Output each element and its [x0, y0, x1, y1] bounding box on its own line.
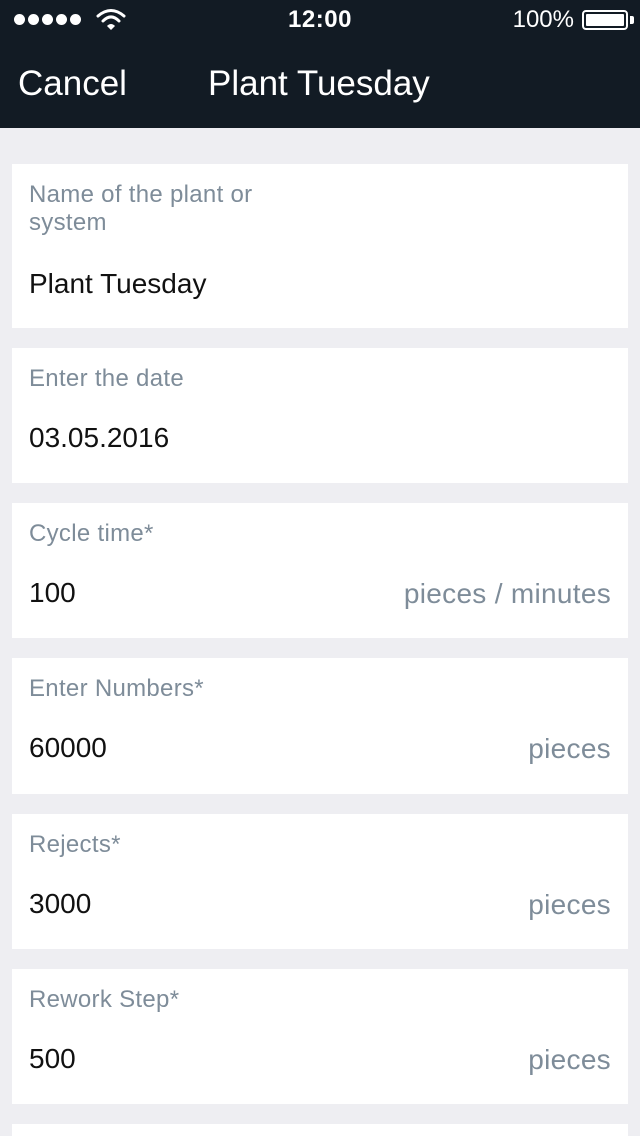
rejects-card[interactable]: Rejects* pieces	[12, 814, 628, 949]
cycle-time-input[interactable]	[29, 575, 389, 611]
navigation-bar: 12:00 100% Cancel Plant Tuesday	[0, 0, 640, 128]
date-input[interactable]	[29, 420, 389, 456]
battery-percentage: 100%	[512, 6, 574, 33]
cycle-time-unit: pieces / minutes	[403, 578, 611, 609]
numbers-input[interactable]	[29, 730, 389, 766]
status-bar: 12:00 100%	[0, 0, 640, 40]
rework-step-unit: pieces	[528, 1044, 611, 1075]
cycle-time-card[interactable]: Cycle time* pieces / minutes	[12, 503, 628, 638]
rejects-label: Rejects*	[29, 831, 121, 858]
date-card[interactable]: Enter the date	[12, 348, 628, 483]
battery-icon	[582, 10, 628, 30]
next-field-card[interactable]	[12, 1124, 628, 1136]
numbers-card[interactable]: Enter Numbers* pieces	[12, 658, 628, 794]
rework-step-card[interactable]: Rework Step* pieces	[12, 969, 628, 1104]
rejects-unit: pieces	[528, 889, 611, 920]
rejects-input[interactable]	[29, 886, 389, 922]
battery-tip	[630, 16, 634, 24]
plant-name-card[interactable]: Name of the plant or system	[12, 164, 628, 328]
plant-name-label: Name of the plant or system	[29, 181, 253, 236]
numbers-label: Enter Numbers*	[29, 675, 204, 702]
cancel-button[interactable]: Cancel	[18, 64, 127, 104]
cycle-time-label: Cycle time*	[29, 520, 154, 547]
numbers-unit: pieces	[528, 733, 611, 764]
date-label: Enter the date	[29, 365, 184, 392]
rework-step-input[interactable]	[29, 1041, 389, 1077]
plant-name-input[interactable]	[29, 266, 389, 302]
rework-step-label: Rework Step*	[29, 986, 180, 1013]
page-title: Plant Tuesday	[208, 64, 430, 103]
